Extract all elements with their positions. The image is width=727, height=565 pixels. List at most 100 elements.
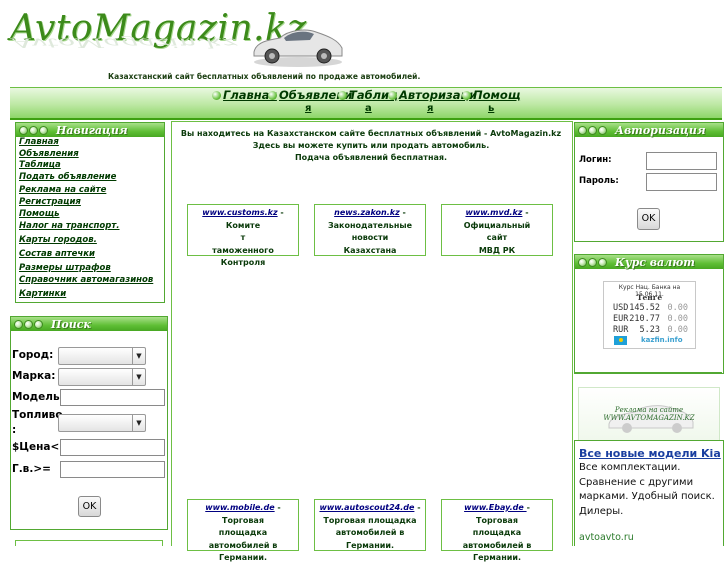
nav-link-fines[interactable]: Размеры штрафов [19,263,111,273]
logo-reflection: AvtoMagazin.kz [12,35,238,50]
nav-link-pictures[interactable]: Картинки [19,289,66,299]
site-tagline: Казахстанский сайт бесплатных объявлений… [108,72,421,81]
card-text: Торговая площадка [323,515,417,525]
link-card-customs: www.customs.kz - Комите т таможенного Ко… [187,204,299,267]
topnav-help[interactable]: Помощ [462,88,521,102]
brand-label: Марка: [12,370,56,382]
bullet-icon [268,91,277,100]
fuel-select[interactable]: ▼ [58,414,146,432]
topnav-ads-overflow[interactable]: я [305,103,311,114]
password-label: Пароль: [579,176,619,186]
intro-line-3: Подача объявлений бесплатная. [294,153,448,162]
rate-source-link[interactable]: kazfin.info [641,336,691,344]
auth-panel-header: Авторизация [575,123,723,137]
card-text: площадка [472,528,522,537]
link-zakon[interactable]: news.zakon.kz [334,208,400,217]
brand-select[interactable]: ▼ [58,368,146,386]
nav-link-home[interactable]: Главная [19,137,59,147]
password-input[interactable] [646,173,717,191]
card-text: Законодательные [327,220,413,230]
card-text: автомобилей в [462,540,532,550]
card-text: автомобилей в [208,540,278,550]
navigation-panel-header: Навигация [16,123,164,137]
banner-line-2: WWW.AVTOMAGAZIN.KZ [603,414,695,422]
fuel-label: Топливо [12,409,63,421]
intro-line-2: Здесь вы можете купить или продать автом… [252,141,490,150]
nav-link-post-ad[interactable]: Подать объявление [19,172,116,182]
advertise-banner[interactable]: Реклама на сайте WWW.AVTOMAGAZIN.KZ [578,387,720,441]
card-text: МВД РК [478,245,516,255]
nav-link-ads[interactable]: Объявления [19,149,79,159]
car-logo-image [253,29,343,67]
model-input[interactable] [60,389,165,406]
search-ok-button[interactable]: OK [78,496,101,517]
topnav-help-overflow[interactable]: ь [488,103,494,114]
dropdown-arrow-icon: ▼ [132,415,145,431]
card-text: - [399,208,406,217]
card-text: Германии. [473,553,521,562]
currency-title: Курс валют [615,255,695,269]
link-mobile[interactable]: www.mobile.de [205,503,274,512]
header-dots-icon [19,125,48,135]
text-ad-url[interactable]: avtoavto.ru [579,532,634,543]
rate-unit: Тенге [636,293,663,302]
dropdown-arrow-icon: ▼ [132,348,145,364]
card-text: таможенного [212,245,274,255]
card-text: Контроля [220,258,266,267]
header-dots-icon [578,257,607,267]
link-ebay[interactable]: www.Ebay.de [464,503,527,512]
year-label: Г.в.>= [12,463,51,475]
next-panel-edge [15,540,163,546]
nav-link-first-aid[interactable]: Состав аптечки [19,249,95,259]
link-customs[interactable]: www.customs.kz [202,208,277,217]
login-label: Логин: [579,155,612,165]
nav-link-car-shops[interactable]: Справочник автомагазинов [19,275,153,285]
topnav-divider [10,118,722,120]
card-text: Официальный [463,220,531,230]
navigation-title: Навигация [56,123,128,137]
nav-link-help[interactable]: Помощь [19,209,60,219]
login-input[interactable] [646,152,717,170]
nav-link-city-maps[interactable]: Карты городов. [19,235,97,245]
currency-panel-header: Курс валют [575,255,723,269]
fuel-label-colon: : [12,424,17,436]
model-label: Модель: [12,391,64,403]
year-input[interactable] [60,461,165,478]
topnav-table-overflow[interactable]: а [365,103,372,114]
city-select[interactable]: ▼ [58,347,146,365]
topnav-auth-overflow[interactable]: я [427,103,433,114]
card-text: автомобилей в [335,528,405,537]
card-text: - [414,503,421,512]
nav-link-registration[interactable]: Регистрация [19,197,81,207]
link-card-ebay: www.Ebay.de - Торговая площадка автомоби… [441,499,553,562]
price-input[interactable] [60,439,165,456]
header-dots-icon [578,125,607,135]
link-mvd[interactable]: www.mvd.kz [465,208,522,217]
text-ad-title[interactable]: Все новые модели Kia [579,447,721,460]
nav-link-advertising[interactable]: Реклама на сайте [19,185,106,195]
link-card-autoscout: www.autoscout24.de - Торговая площадка а… [314,499,426,551]
kz-flag-icon [614,336,627,345]
card-text: сайт [486,233,508,242]
login-ok-button[interactable]: OK [637,208,660,230]
auth-title: Авторизация [615,123,706,137]
header-dots-icon [14,319,43,329]
main-content-panel [171,121,573,546]
card-text: Казахстана [343,245,397,255]
card-text: площадка [218,528,268,537]
card-text: - [522,208,529,217]
search-panel-header: Поиск [11,317,167,331]
exchange-rate-widget[interactable]: Курс Нац. Банка на 15.06.11. Тенге USD 14… [603,281,696,349]
link-card-zakon: news.zakon.kz - Законодательные новости … [314,204,426,256]
city-label: Город: [12,349,54,361]
text-ad-body: Все комплектации. Сравнение с другими ма… [579,462,715,517]
nav-link-transport-tax[interactable]: Налог на транспорт. [19,221,120,231]
link-card-mobile: www.mobile.de - Торговая площадка автомо… [187,499,299,562]
link-autoscout[interactable]: www.autoscout24.de [319,503,414,512]
card-text: Германии. [346,540,394,550]
bullet-icon [212,91,221,100]
nav-link-table[interactable]: Таблица [19,160,61,170]
intro-line-1: Вы находитесь на Казахстанском сайте бес… [180,129,562,138]
link-card-mvd: www.mvd.kz - Официальный сайт МВД РК [441,204,553,256]
bullet-icon [388,91,397,100]
